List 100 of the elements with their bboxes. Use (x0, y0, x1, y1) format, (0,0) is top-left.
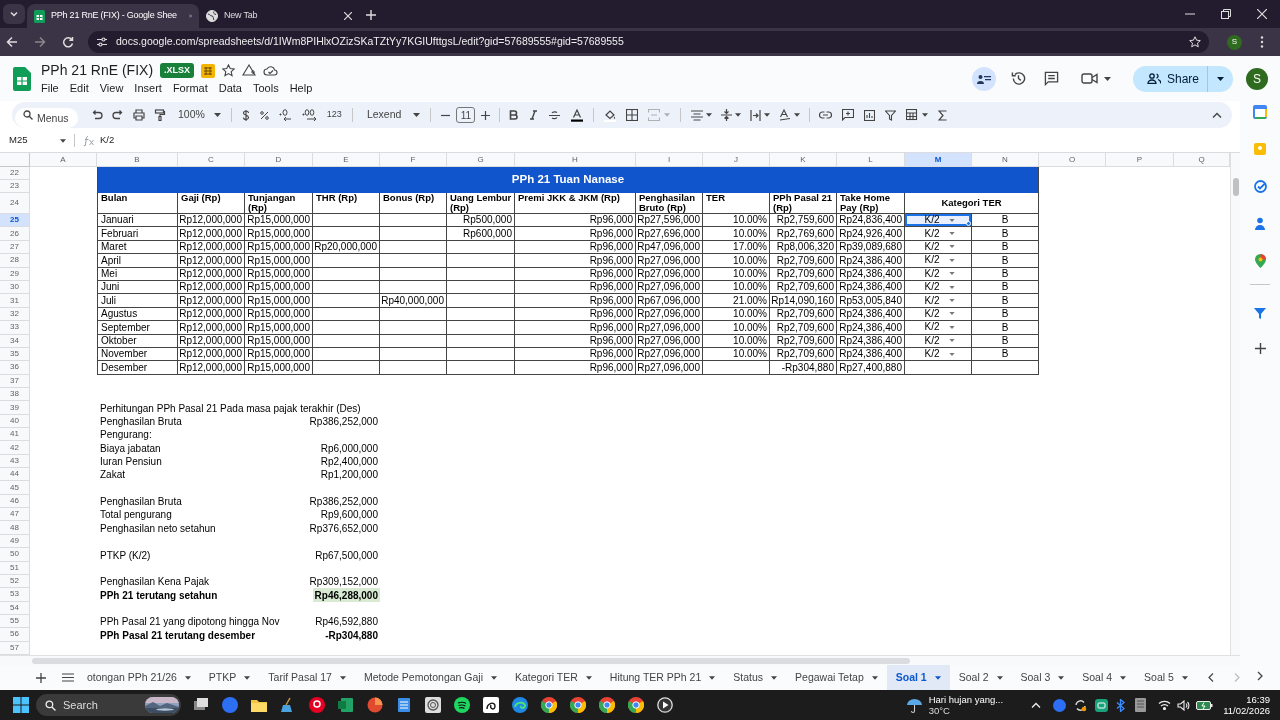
filter-icon[interactable] (885, 109, 897, 121)
spreadsheet-icon[interactable] (338, 697, 354, 713)
row-number[interactable]: 24 (0, 193, 30, 214)
chart-icon[interactable] (864, 109, 876, 121)
address-bar[interactable]: docs.google.com/spreadsheets/d/1IWm8PIHlxOZizSKaTZtYy7KGIUfttgsL/edit?gid=57689555#gid=57689555 (88, 31, 1209, 53)
row-number[interactable]: 22 (0, 167, 30, 180)
font-dropdown[interactable]: Lexend (366, 107, 421, 123)
add-comment-icon[interactable] (842, 109, 855, 121)
tune-icon[interactable] (96, 36, 108, 48)
document-title[interactable]: PPh 21 RnE (FIX) (41, 60, 154, 81)
sheets-logo-icon[interactable] (13, 66, 31, 91)
column-letter[interactable]: I (636, 153, 703, 167)
close-tab-icon[interactable] (344, 12, 352, 20)
sheet-tab[interactable]: Pegawai Tetap (786, 665, 887, 690)
browser-tab[interactable]: PPh 21 RnE (FIX) - Google Shee (27, 4, 199, 28)
star-icon[interactable] (222, 64, 236, 77)
row-number[interactable]: 41 (0, 428, 30, 442)
formula-field[interactable]: K/2 (100, 133, 115, 148)
presenter-button[interactable] (971, 66, 996, 91)
scribble-icon[interactable] (483, 697, 499, 713)
comment-icon[interactable] (1043, 71, 1059, 86)
wifi-icon[interactable] (1158, 700, 1172, 710)
sheet-tab[interactable]: Soal 1 (886, 665, 950, 690)
browser-circle-icon[interactable] (541, 697, 557, 713)
add-sheet-icon[interactable] (36, 672, 46, 683)
notepad-icon[interactable] (396, 697, 412, 713)
column-letter[interactable]: F (380, 153, 447, 167)
menu-item[interactable]: View (99, 80, 124, 97)
zoom-dropdown[interactable]: 100% (178, 107, 221, 123)
column-letter[interactable]: M (905, 153, 972, 167)
fill-color-icon[interactable] (604, 108, 617, 122)
folder-icon[interactable] (251, 697, 267, 713)
borders-icon[interactable] (626, 109, 639, 121)
column-letter[interactable]: G (447, 153, 515, 167)
sheet-tab[interactable]: Soal 5 (1135, 665, 1194, 690)
row-number[interactable]: 53 (0, 588, 30, 602)
sheet-tab[interactable]: Soal 4 (1073, 665, 1136, 690)
cell-name-box[interactable]: M25 (0, 133, 60, 148)
browser-circle-icon[interactable] (628, 697, 644, 713)
column-letter[interactable]: H (515, 153, 636, 167)
bold-icon[interactable] (509, 110, 519, 120)
clock[interactable]: 16:39 11/02/2026 (1223, 694, 1270, 716)
chevron-up-icon[interactable] (1031, 702, 1042, 708)
column-letter[interactable]: N (972, 153, 1039, 167)
more-icon[interactable] (1260, 36, 1264, 48)
pie-icon[interactable] (367, 697, 383, 713)
reload-icon[interactable] (62, 36, 74, 48)
row-number[interactable]: 31 (0, 294, 30, 308)
number-format-button[interactable]: 123 (326, 108, 342, 122)
undo-icon[interactable] (91, 109, 103, 121)
row-number[interactable]: 56 (0, 628, 30, 642)
spiral-icon[interactable] (425, 697, 441, 713)
row-number[interactable]: 39 (0, 401, 30, 415)
browser-wave-icon[interactable] (512, 697, 528, 713)
dropdown-cell[interactable]: K/2 (905, 321, 972, 335)
sheet-tab[interactable]: otongan PPh 21/26 (77, 665, 200, 690)
sheet-tab[interactable]: Tarif Pasal 17 (259, 665, 355, 690)
scroll-tabs-left-icon[interactable] (1208, 673, 1214, 682)
sum-icon[interactable] (938, 109, 948, 121)
sheet-tab[interactable]: Metode Pemotongan Gaji (354, 665, 506, 690)
sheet-tab[interactable]: Status (724, 665, 787, 690)
text-color-icon[interactable] (571, 108, 584, 122)
play-icon[interactable] (657, 697, 673, 713)
row-number[interactable]: 26 (0, 227, 30, 241)
column-letter[interactable]: E (313, 153, 380, 167)
browser-tab[interactable]: New Tab (199, 4, 359, 28)
scrollbar-thumb[interactable] (1232, 178, 1239, 196)
menu-item[interactable]: Data (218, 80, 242, 97)
menu-item[interactable]: File (41, 80, 59, 97)
menus-search-field[interactable]: Menus (15, 108, 78, 128)
font-size-field[interactable]: 11 (456, 107, 476, 123)
increase-decimal-icon[interactable] (301, 109, 317, 121)
screen-app-icon[interactable] (1095, 698, 1109, 712)
plus-icon[interactable] (481, 110, 491, 120)
menu-item[interactable]: Format (172, 80, 208, 97)
row-number[interactable]: 44 (0, 468, 30, 482)
taskbar-search-field[interactable]: Search (36, 694, 181, 716)
sheet-tab[interactable]: PTKP (199, 665, 260, 690)
history-icon[interactable] (1010, 71, 1026, 86)
percent-icon[interactable] (259, 110, 269, 120)
paint-format-icon[interactable] (154, 109, 166, 121)
funnel-icon[interactable] (1254, 307, 1266, 319)
circle-app-icon[interactable] (1053, 698, 1067, 712)
volume-icon[interactable] (1177, 699, 1191, 711)
add-icon[interactable] (1254, 343, 1266, 354)
battery-charging-icon[interactable] (1196, 700, 1214, 710)
sheet-tab[interactable]: Kategori TER (506, 665, 601, 690)
row-number[interactable]: 48 (0, 521, 30, 535)
grid-tag-icon[interactable] (201, 63, 216, 78)
sheet-tab[interactable]: Soal 3 (1011, 665, 1074, 690)
music-app-icon[interactable] (454, 697, 470, 713)
menu-item[interactable]: Edit (69, 80, 89, 97)
column-letter[interactable]: C (178, 153, 245, 167)
column-letter[interactable]: K (770, 153, 837, 167)
account-avatar[interactable]: S (1246, 67, 1268, 90)
fill-handle[interactable] (966, 221, 971, 227)
row-number[interactable]: 33 (0, 321, 30, 335)
currency-icon[interactable] (241, 109, 250, 121)
column-letter[interactable]: D (245, 153, 313, 167)
back-icon[interactable] (6, 36, 18, 48)
